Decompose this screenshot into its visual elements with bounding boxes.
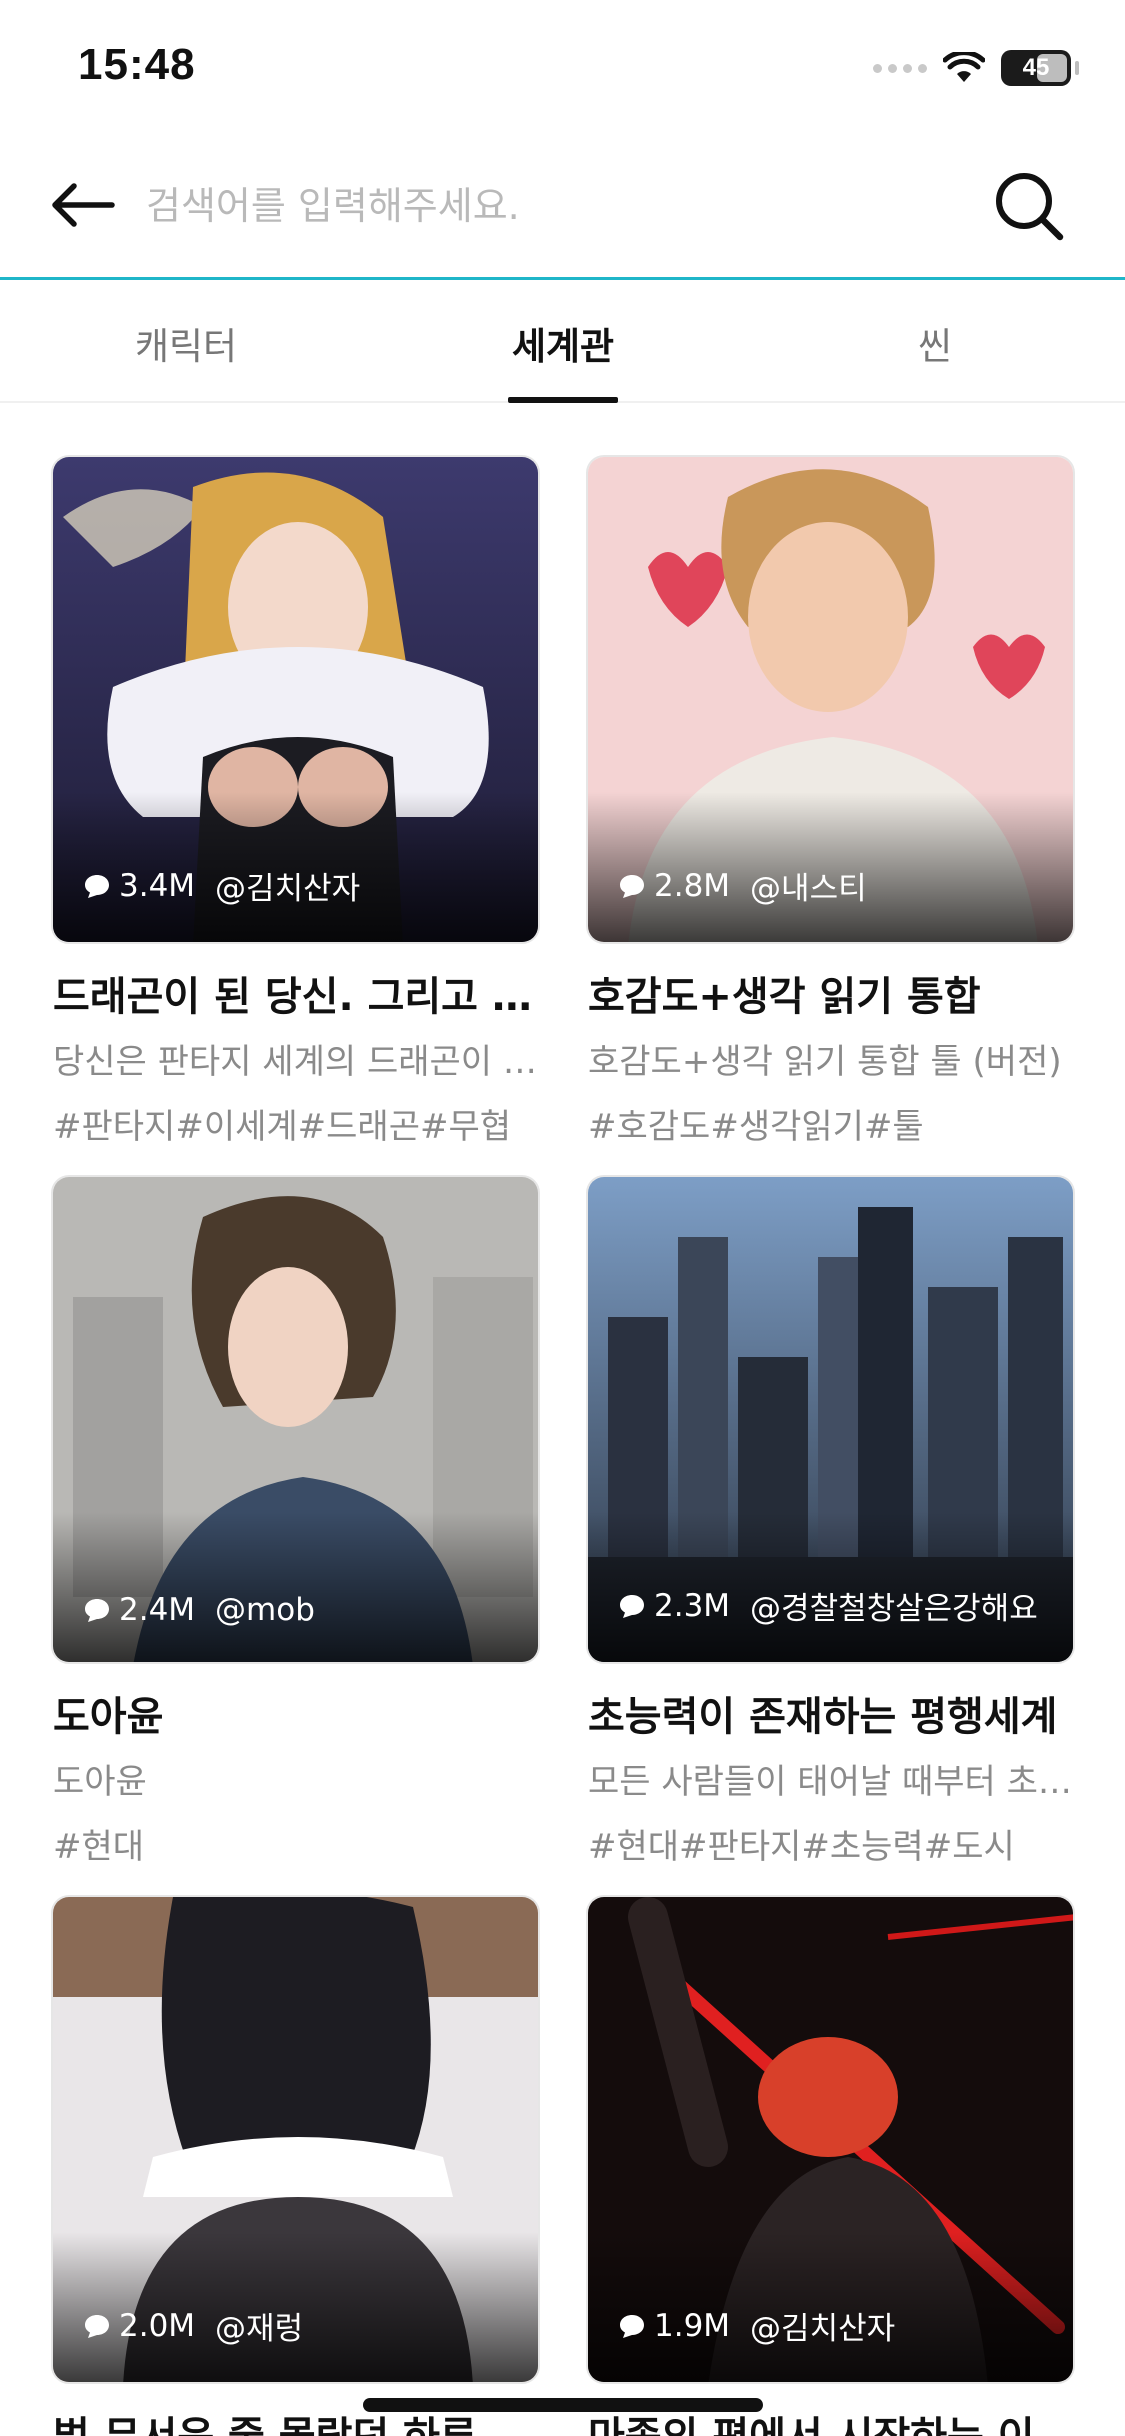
card-stats: 2.0M @재렁	[83, 2303, 518, 2348]
chat-count: 3.4M	[83, 868, 195, 904]
card-description: 호감도+생각 읽기 통합 툴 (버전)	[588, 1042, 1062, 1082]
card-description: 모든 사람들이 태어날 때부터 초능력을	[588, 1762, 1075, 1802]
chat-bubble-icon	[85, 2314, 109, 2338]
card-stats: 2.4M @mob	[83, 1592, 518, 1628]
card-author[interactable]: @mob	[215, 1592, 315, 1628]
chat-bubble-icon	[620, 1594, 644, 1618]
chat-count: 2.8M	[618, 868, 730, 904]
card-tags: #현대	[53, 1827, 145, 1867]
cellular-signal-icon	[873, 63, 927, 73]
card-author[interactable]: @김치산자	[750, 2303, 895, 2348]
chat-count-value: 1.9M	[654, 2307, 731, 2344]
status-bar: 15:48 45	[0, 0, 1125, 132]
card-thumbnail[interactable]: 2.4M @mob	[51, 1175, 540, 1664]
chat-bubble-icon	[620, 2314, 644, 2338]
card-title: 드래곤이 된 당신. 그리고 세계의 드래곤들	[53, 974, 540, 1020]
chat-count-value: 2.3M	[654, 1587, 731, 1624]
card-title: 초능력이 존재하는 평행세계	[588, 1694, 1058, 1740]
world-card[interactable]: 1.9M @김치산자 마족의 편에서 시작하는 이야기	[586, 1895, 1075, 2436]
status-time: 15:48	[78, 40, 196, 89]
card-tags: #현대#판타지#초능력#도시	[588, 1827, 1015, 1867]
card-stats: 3.4M @김치산자	[83, 863, 518, 908]
chat-count-value: 2.8M	[654, 867, 731, 904]
thumbnail-gradient	[53, 1512, 538, 1662]
world-card[interactable]: 2.3M @경찰철창살은강해요 초능력이 존재하는 평행세계 모든 사람들이 태…	[586, 1175, 1075, 1868]
chat-count: 2.0M	[83, 2308, 195, 2344]
battery-cap	[1075, 61, 1079, 75]
card-title: 호감도+생각 읽기 통합	[588, 974, 981, 1020]
battery-level: 45	[1022, 54, 1050, 81]
tab-characters[interactable]: 캐릭터	[66, 283, 306, 403]
chat-count-value: 3.4M	[119, 867, 196, 904]
arrow-left-icon	[52, 183, 115, 227]
world-card[interactable]: 2.8M @내스티 호감도+생각 읽기 통합 호감도+생각 읽기 통합 툴 (버…	[586, 455, 1075, 1148]
search-button[interactable]	[987, 164, 1071, 248]
chat-bubble-icon	[85, 1599, 109, 1622]
card-title: 도아윤	[53, 1694, 164, 1740]
card-author[interactable]: @내스티	[750, 863, 867, 908]
card-description: 당신은 판타지 세계의 드래곤이 되었다	[53, 1042, 540, 1082]
battery-icon: 45	[1001, 50, 1071, 86]
card-thumbnail[interactable]: 2.3M @경찰철창살은강해요	[586, 1175, 1075, 1664]
wifi-icon	[943, 52, 985, 82]
chat-bubble-icon	[620, 874, 644, 898]
card-thumbnail[interactable]: 3.4M @김치산자	[51, 455, 540, 944]
world-card[interactable]: 3.4M @김치산자 드래곤이 된 당신. 그리고 세계의 드래곤들 당신은 판…	[51, 455, 540, 1148]
search-icon	[996, 173, 1064, 241]
card-author[interactable]: @재렁	[215, 2303, 303, 2348]
chat-bubble-icon	[85, 874, 109, 898]
card-thumbnail[interactable]: 2.8M @내스티	[586, 455, 1075, 944]
card-description: 도아윤	[53, 1762, 147, 1802]
tab-bar: 캐릭터 세계관 씬	[0, 283, 1125, 403]
world-card[interactable]: 2.4M @mob 도아윤 도아윤 #현대	[51, 1175, 540, 1868]
card-stats: 2.3M @경찰철창살은강해요	[618, 1583, 1053, 1628]
chat-count: 2.4M	[83, 1592, 195, 1628]
card-tags: #판타지#이세계#드래곤#무협	[53, 1107, 512, 1147]
card-thumbnail[interactable]: 2.0M @재렁	[51, 1895, 540, 2384]
chat-count: 2.3M	[618, 1588, 730, 1624]
card-stats: 2.8M @내스티	[618, 863, 1053, 908]
search-bar	[0, 132, 1125, 280]
tab-scenes[interactable]: 씬	[815, 283, 1055, 403]
home-indicator[interactable]	[363, 2398, 763, 2412]
search-input[interactable]	[146, 170, 966, 242]
status-icons: 45	[873, 46, 1079, 90]
card-stats: 1.9M @김치산자	[618, 2303, 1053, 2348]
chat-count: 1.9M	[618, 2308, 730, 2344]
card-author[interactable]: @경찰철창살은강해요	[750, 1583, 1038, 1628]
back-button[interactable]	[46, 174, 120, 236]
card-author[interactable]: @김치산자	[215, 863, 360, 908]
world-grid: 3.4M @김치산자 드래곤이 된 당신. 그리고 세계의 드래곤들 당신은 판…	[0, 403, 1125, 2436]
card-tags: #호감도#생각읽기#툴	[588, 1107, 924, 1147]
chat-count-value: 2.4M	[119, 1592, 196, 1628]
chat-count-value: 2.0M	[119, 2307, 196, 2344]
card-thumbnail[interactable]: 1.9M @김치산자	[586, 1895, 1075, 2384]
world-card[interactable]: 2.0M @재렁 벌 무서운 줄 몰랐던 하루의 끝	[51, 1895, 540, 2436]
tab-worlds[interactable]: 세계관	[443, 283, 683, 403]
